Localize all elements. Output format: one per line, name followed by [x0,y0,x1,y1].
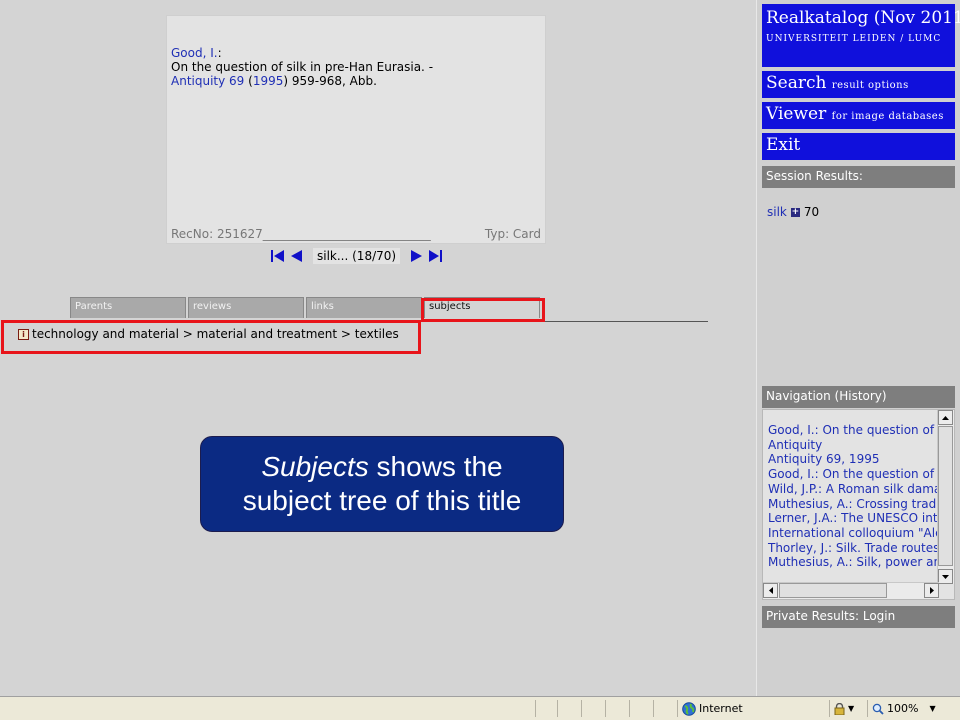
history-item[interactable]: Muthesius, A.: Crossing traditions [768,497,940,512]
right-sidebar: Realkatalog (Nov 2011) UNIVERSITEIT LEID… [756,0,960,696]
pager-status: silk... (18/70) [313,248,401,264]
scroll-up-button[interactable] [938,410,953,425]
status-segment [535,700,555,717]
scroll-left-button[interactable] [763,583,778,598]
viewer-menu-button[interactable]: Viewer for image databases [762,102,955,129]
arrow-left-icon [768,587,773,594]
record-card: Good, I.: On the question of silk in pre… [166,15,546,244]
history-item[interactable]: International colloquium "Alexander [768,526,940,541]
globe-icon [682,701,696,716]
record-tabs: Parents reviews links subjects [68,297,708,322]
history-item[interactable]: Thorley, J.: Silk. Trade routes [768,541,940,556]
search-menu-label: Search [766,73,827,93]
subject-path[interactable]: technology and material > material and t… [32,327,399,341]
record-pager: silk... (18/70) [271,247,443,265]
year-link[interactable]: 1995 [253,74,284,88]
private-results-header[interactable]: Private Results: Login [762,606,955,628]
previous-record-button[interactable] [289,249,303,263]
tab-links[interactable]: links [306,297,422,318]
record-type: Typ: Card [484,227,541,241]
author-link[interactable]: Good, I. [171,46,218,60]
zoom-control[interactable]: 100% ▼ [867,700,937,717]
record-number: RecNo: 251627___________________________… [171,227,431,241]
history-item[interactable]: Wild, J.P.: A Roman silk damask [768,482,940,497]
lock-icon [834,702,845,715]
plus-icon[interactable]: + [790,207,800,217]
tutorial-callout: Subjects shows the subject tree of this … [200,436,564,532]
status-segment [605,700,627,717]
info-icon[interactable]: i [18,328,29,340]
status-segment [557,700,579,717]
callout-rest: shows the [368,451,503,482]
zoom-dropdown-icon: ▼ [929,704,936,713]
navigation-history-header: Navigation (History) [762,386,955,408]
pages-text: ) 959-968, Abb. [283,74,377,88]
arrow-down-icon [942,574,949,579]
tab-parents[interactable]: Parents [70,297,186,318]
first-record-button[interactable] [271,249,285,263]
session-term-link[interactable]: silk [767,205,787,219]
author-separator: : [217,46,222,60]
dropdown-arrow-icon: ▼ [848,704,855,713]
zoom-level: 100% [887,702,919,715]
history-horizontal-scrollbar[interactable] [763,582,939,599]
main-pane: Good, I.: On the question of silk in pre… [0,0,756,696]
scroll-down-button[interactable] [938,569,953,584]
history-item[interactable]: Good, I.: On the question of silk [768,423,940,438]
protected-mode-segment[interactable]: ▼ [829,700,865,717]
brand-subtitle: UNIVERSITEIT LEIDEN / LUMC [766,34,942,44]
last-icon [429,250,443,262]
history-list: Good, I.: On the question of silk Antiqu… [762,409,955,600]
status-segment [581,700,603,717]
search-menu-button[interactable]: Search result options [762,71,955,98]
zoom-magnifier-icon [872,703,884,715]
status-segment [629,700,651,717]
exit-menu-button[interactable]: Exit [762,133,955,160]
subject-tree-row: i technology and material > material and… [18,327,399,341]
record-title: On the question of silk in pre-Han Euras… [171,60,434,74]
search-menu-sub: result options [831,80,909,91]
callout-line-2: subject tree of this title [242,485,522,516]
history-item[interactable]: Good, I.: On the question of silk [768,467,940,482]
card-footer: RecNo: 251627___________________________… [171,227,541,241]
callout-line-1: Subjects shows the [201,450,563,484]
journal-link[interactable]: Antiquity 69 [171,74,244,88]
viewer-menu-label: Viewer [766,104,827,124]
brand-title: Realkatalog (Nov 2011) [766,8,960,28]
session-count: 70 [803,205,820,219]
tab-subjects[interactable]: subjects [424,297,540,318]
citation: Good, I.: On the question of silk in pre… [171,46,541,88]
horizontal-scroll-thumb[interactable] [779,583,887,598]
first-icon [271,250,284,262]
next-icon [411,250,423,262]
history-item[interactable]: Antiquity 69, 1995 [768,452,940,467]
callout-emphasis: Subjects [261,451,369,482]
next-record-button[interactable] [410,249,424,263]
tab-reviews[interactable]: reviews [188,297,304,318]
history-item[interactable]: Lerner, J.A.: The UNESCO international [768,511,940,526]
zone-label: Internet [699,702,743,715]
exit-menu-label: Exit [766,135,801,155]
arrow-up-icon [942,415,949,420]
session-results-header: Session Results: [762,166,955,188]
last-record-button[interactable] [428,249,443,263]
brand-box: Realkatalog (Nov 2011) UNIVERSITEIT LEID… [762,4,960,67]
scroll-right-button[interactable] [924,583,939,598]
history-item[interactable]: Muthesius, A.: Silk, power and [768,555,940,570]
security-zone: Internet [677,700,827,717]
previous-icon [291,250,302,262]
status-segment [653,700,675,717]
history-vertical-scrollbar[interactable] [937,410,954,584]
viewer-menu-sub: for image databases [831,111,944,122]
browser-status-bar: Internet ▼ 100% ▼ [0,696,960,720]
history-item[interactable]: Antiquity [768,438,940,453]
vertical-scroll-thumb[interactable] [938,426,953,566]
session-result-item: silk + 70 [767,205,819,219]
arrow-right-icon [929,587,934,594]
